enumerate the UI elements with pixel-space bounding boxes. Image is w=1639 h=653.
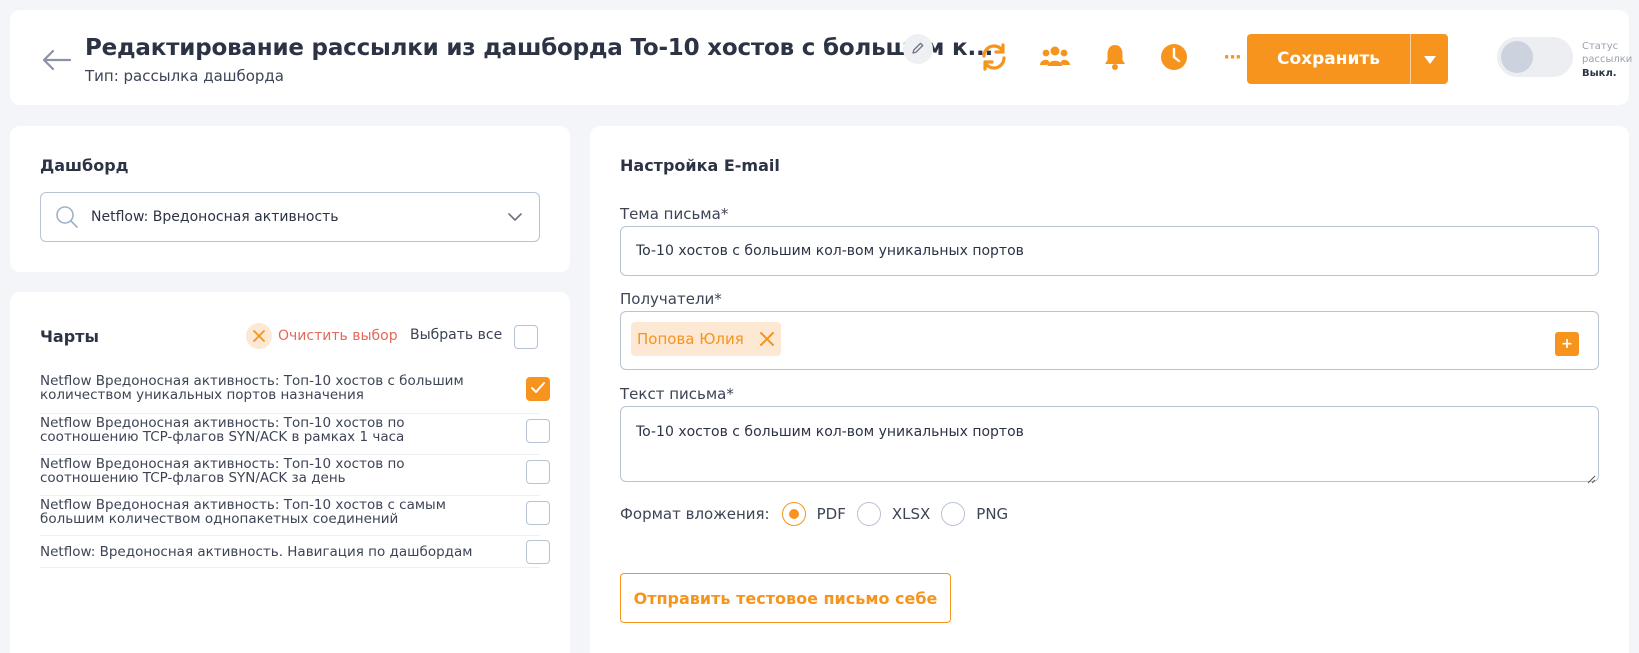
back-arrow-icon[interactable] [40, 48, 72, 72]
recipient-name: Попова Юлия [637, 330, 744, 348]
more-icon[interactable]: ··· [1222, 40, 1242, 74]
recipient-chip: Попова Юлия [631, 322, 781, 356]
dashboard-select[interactable]: Netflow: Вредоносная активность [40, 192, 540, 242]
attachment-format-group: Формат вложения: PDF XLSX PNG [620, 500, 1019, 528]
format-radio-pdf[interactable] [781, 502, 806, 526]
dashboard-select-value: Netflow: Вредоносная активность [91, 209, 339, 225]
refresh-icon[interactable] [977, 40, 1011, 74]
chart-checkbox[interactable] [526, 419, 550, 443]
body-value: To-10 хостов с большим кол-вом уникальны… [636, 424, 1024, 440]
format-radio-png[interactable] [941, 502, 966, 526]
format-label-xlsx: XLSX [891, 505, 931, 523]
chevron-down-icon [505, 207, 525, 227]
subject-value: To-10 хостов с большим кол-вом уникальны… [636, 243, 1024, 259]
chart-row: Netflow Вредоносная активность: Топ-10 х… [40, 414, 550, 455]
format-label-png: PNG [976, 505, 1009, 523]
chart-row: Netflow Вредоносная активность: Топ-10 х… [40, 455, 550, 496]
edit-title-button[interactable] [903, 34, 933, 64]
format-radio-xlsx[interactable] [856, 502, 881, 526]
chart-row: Netflow Вредоносная активность: Топ-10 х… [40, 373, 550, 414]
save-button-group: Сохранить [1247, 34, 1448, 84]
send-test-email-button[interactable]: Отправить тестовое письмо себе [620, 573, 951, 623]
chart-label: Netflow Вредоносная активность: Топ-10 х… [40, 415, 405, 445]
chart-checkbox[interactable] [526, 460, 550, 484]
status-label: Статус рассылки [1582, 41, 1633, 65]
chart-label: Netflow: Вредоносная активность. Навигац… [40, 544, 473, 560]
email-card: Настройка E-mail Тема письма* To-10 хост… [590, 126, 1629, 653]
resize-handle-icon[interactable] [1586, 469, 1596, 484]
radio-dot [788, 509, 799, 519]
format-label-pdf: PDF [816, 505, 846, 523]
chart-label: Netflow Вредоносная активность: Топ-10 х… [40, 373, 464, 403]
charts-card: Чарты Очистить выбор Выбрать все Netflow… [10, 292, 570, 653]
dashboard-title: Дашборд [40, 156, 129, 175]
page-header: Редактирование рассылки из дашборда To-1… [10, 10, 1632, 105]
subject-label: Тема письма* [620, 205, 729, 223]
recipients-input[interactable]: Попова Юлия + [620, 311, 1599, 370]
body-label: Текст письма* [620, 385, 734, 403]
subject-input[interactable]: To-10 хостов с большим кол-вом уникальны… [620, 226, 1599, 276]
toggle-knob [1501, 41, 1533, 73]
bell-icon[interactable] [1098, 40, 1132, 74]
chart-label: Netflow Вредоносная активность: Топ-10 х… [40, 497, 446, 527]
pencil-icon [911, 40, 925, 59]
charts-title: Чарты [40, 327, 99, 346]
add-recipient-button[interactable]: + [1555, 332, 1579, 356]
save-dropdown-button[interactable] [1410, 34, 1448, 84]
chart-checkbox[interactable] [526, 377, 550, 401]
chart-checkbox[interactable] [526, 501, 550, 525]
check-icon [530, 380, 546, 399]
close-icon[interactable] [758, 330, 776, 348]
chart-label: Netflow Вредоносная активность: Топ-10 х… [40, 456, 405, 486]
search-icon [55, 205, 79, 229]
attachment-format-label: Формат вложения: [620, 505, 770, 523]
select-all-checkbox[interactable] [514, 325, 538, 349]
status-toggle[interactable] [1497, 37, 1573, 77]
recipients-label: Получатели* [620, 290, 722, 308]
users-icon[interactable] [1038, 40, 1072, 74]
clear-selection-button[interactable]: Очистить выбор [246, 323, 398, 349]
email-title: Настройка E-mail [620, 156, 780, 175]
chart-checkbox[interactable] [526, 540, 550, 564]
body-textarea[interactable]: To-10 хостов с большим кол-вом уникальны… [620, 406, 1599, 484]
chart-row: Netflow: Вредоносная активность. Навигац… [40, 536, 550, 568]
select-all-label: Выбрать все [410, 327, 503, 343]
clear-selection-label: Очистить выбор [278, 328, 398, 344]
chart-row: Netflow Вредоносная активность: Топ-10 х… [40, 496, 550, 536]
clock-icon[interactable] [1157, 40, 1191, 74]
page-subtitle: Тип: рассылка дашборда [85, 67, 284, 85]
save-button[interactable]: Сохранить [1247, 34, 1410, 84]
dashboard-card: Дашборд Netflow: Вредоносная активность [10, 126, 570, 272]
caret-down-icon [1423, 50, 1437, 69]
close-icon [246, 323, 272, 349]
status-value: Выкл. [1582, 68, 1617, 79]
page-title: Редактирование рассылки из дашборда To-1… [85, 35, 994, 61]
